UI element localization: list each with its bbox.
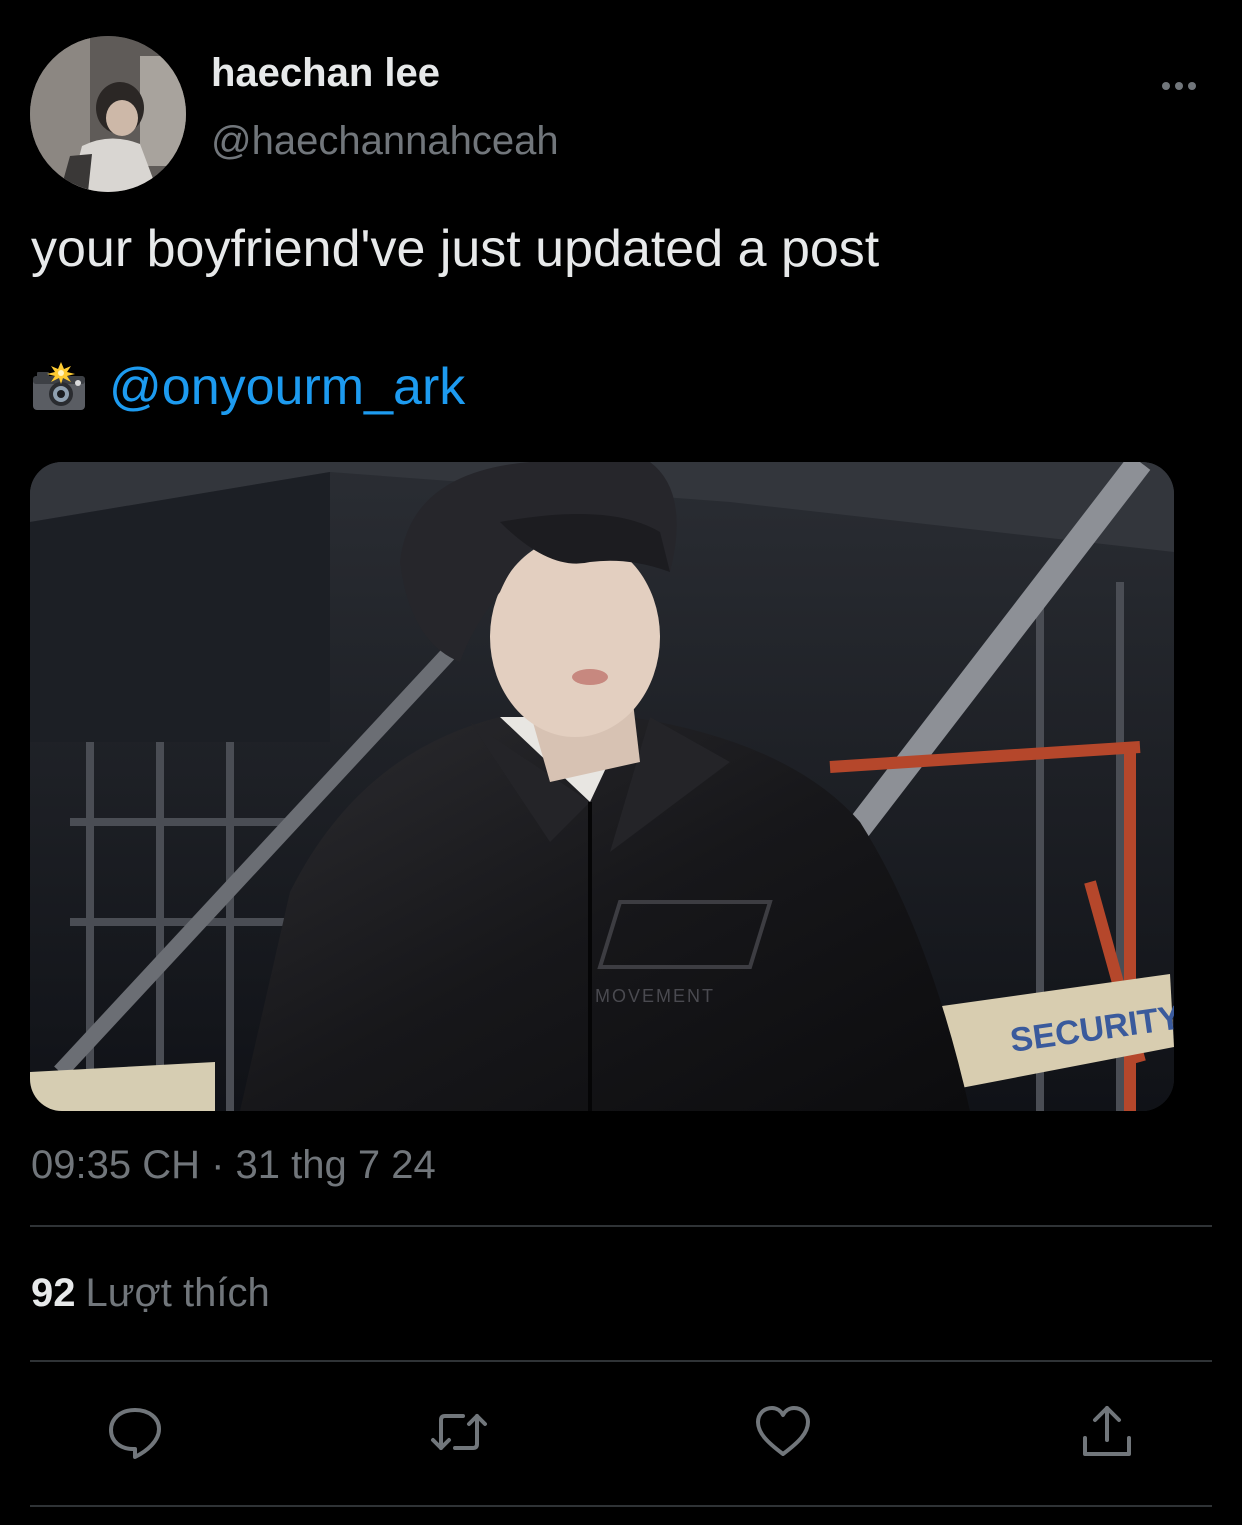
photo-credit: @onyourm_ark	[31, 356, 465, 418]
tweet-timestamp[interactable]: 09:35 CH · 31 thg 7 24	[31, 1142, 436, 1188]
likes-label: Lượt thích	[85, 1271, 270, 1315]
divider	[30, 1360, 1212, 1362]
mention-link[interactable]: @onyourm_ark	[109, 356, 465, 418]
user-handle[interactable]: @haechannahceah	[211, 118, 559, 164]
retweet-icon	[431, 1414, 487, 1450]
divider	[30, 1225, 1212, 1227]
share-icon	[1083, 1406, 1131, 1456]
more-dot	[1175, 82, 1183, 90]
retweet-button[interactable]	[427, 1400, 491, 1464]
display-name[interactable]: haechan lee	[211, 50, 440, 96]
avatar-photo	[30, 36, 186, 192]
tweet-photo[interactable]: SECURITY LINE MOVEMENT	[30, 462, 1174, 1111]
more-dot	[1162, 82, 1170, 90]
camera-flash-icon	[31, 362, 87, 412]
avatar[interactable]	[30, 36, 186, 192]
likes-stat[interactable]: 92 Lượt thích	[31, 1270, 270, 1316]
share-button[interactable]	[1075, 1400, 1139, 1464]
likes-count: 92	[31, 1271, 76, 1315]
like-icon	[756, 1406, 810, 1456]
reply-icon	[109, 1408, 161, 1459]
like-button[interactable]	[751, 1400, 815, 1464]
reply-button[interactable]	[103, 1400, 167, 1464]
photo-scene: SECURITY LINE MOVEMENT	[30, 462, 1174, 1111]
jacket-logo-text: MOVEMENT	[595, 986, 715, 1006]
more-options-icon[interactable]	[1150, 66, 1208, 106]
divider	[30, 1505, 1212, 1507]
tweet-text: your boyfriend've just updated a post	[31, 220, 880, 278]
more-dot	[1188, 82, 1196, 90]
